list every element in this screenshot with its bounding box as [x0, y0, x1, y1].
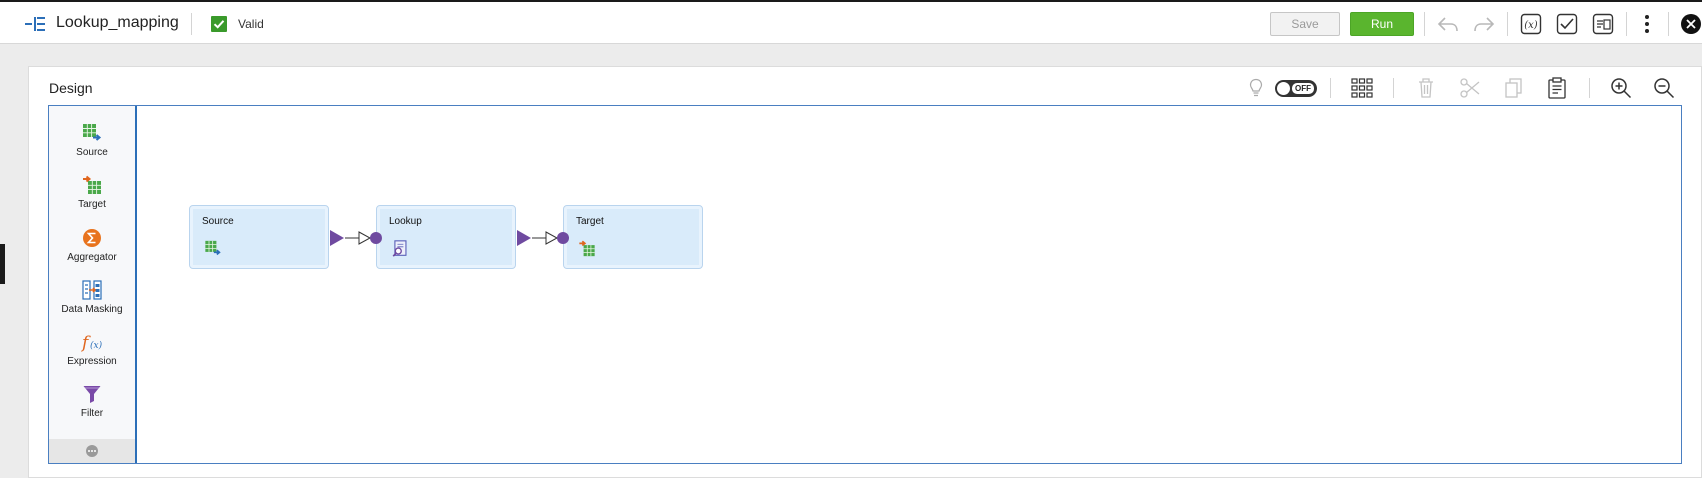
toggle-label: OFF	[1292, 83, 1314, 94]
mapping-icon	[25, 17, 45, 31]
ellipsis-icon	[86, 445, 98, 457]
paste-icon[interactable]	[1547, 76, 1567, 100]
palette-item-aggregator[interactable]: Aggregator	[49, 228, 135, 263]
output-port-arrow[interactable]	[517, 230, 531, 246]
toggle-knob	[1277, 82, 1290, 95]
palette-item-filter[interactable]: Filter	[49, 384, 135, 419]
divider	[1393, 78, 1394, 98]
design-title: Design	[49, 80, 93, 96]
node-title: Source	[202, 216, 234, 227]
link-source-lookup[interactable]	[329, 226, 384, 250]
lightbulb-icon	[1249, 78, 1263, 97]
status-text: Valid	[238, 17, 264, 31]
close-icon[interactable]	[1680, 13, 1702, 35]
undo-icon[interactable]	[1437, 14, 1459, 34]
source-icon	[83, 124, 102, 141]
divider	[1330, 78, 1331, 98]
divider	[1626, 12, 1627, 36]
zoom-out-icon[interactable]	[1653, 77, 1675, 99]
palette-item-expression[interactable]: f (x) Expression	[49, 332, 135, 367]
properties-icon[interactable]	[1592, 13, 1614, 35]
palette-more-button[interactable]	[49, 439, 135, 463]
node-title: Target	[576, 216, 604, 227]
toggle-switch[interactable]: OFF	[1275, 80, 1317, 97]
node-target[interactable]: Target	[563, 205, 703, 269]
palette-item-label: Target	[78, 199, 106, 210]
svg-text:(x): (x)	[1524, 20, 1538, 31]
node-title: Lookup	[389, 216, 422, 227]
zoom-in-icon[interactable]	[1610, 77, 1632, 99]
copy-icon[interactable]	[1504, 77, 1524, 99]
palette-item-label: Filter	[80, 408, 104, 419]
palette-item-label: Expression	[67, 356, 117, 367]
aggregator-icon	[83, 229, 101, 247]
grid-layout-icon[interactable]	[1351, 78, 1373, 98]
palette-item-source[interactable]: Source	[49, 123, 135, 158]
link-arrowhead	[358, 231, 372, 245]
divider	[191, 13, 192, 35]
filter-icon	[83, 386, 101, 403]
node-lookup[interactable]: Lookup	[376, 205, 516, 269]
palette-item-label: Source	[76, 147, 108, 158]
source-icon	[205, 240, 221, 256]
expression-icon: f (x)	[81, 333, 103, 352]
valid-check-icon	[211, 16, 227, 32]
input-port[interactable]	[557, 232, 569, 244]
more-options-icon[interactable]	[1643, 14, 1651, 34]
svg-text:(x): (x)	[90, 340, 103, 351]
palette-item-data-masking[interactable]: Data Masking	[49, 280, 135, 315]
parameters-icon[interactable]: (x)	[1520, 13, 1542, 35]
top-bar: Lookup_mapping Valid Save Run (x)	[0, 0, 1702, 44]
window-edge	[0, 244, 5, 284]
link-lookup-target[interactable]	[516, 226, 571, 250]
lookup-icon	[392, 240, 407, 257]
transformation-palette: Source Target Aggregator Data Masking f …	[49, 106, 137, 463]
link-arrowhead	[545, 231, 559, 245]
mapping-canvas[interactable]: Source Target Aggregator Data Masking f …	[48, 105, 1682, 464]
output-port-arrow[interactable]	[330, 230, 344, 246]
divider	[1668, 12, 1669, 36]
redo-icon[interactable]	[1473, 14, 1495, 34]
palette-item-label: Data Masking	[61, 304, 123, 315]
cut-icon[interactable]	[1459, 77, 1481, 99]
validate-icon[interactable]	[1556, 13, 1578, 35]
run-button[interactable]: Run	[1350, 12, 1414, 36]
delete-icon[interactable]	[1417, 77, 1435, 99]
palette-item-target[interactable]: Target	[49, 175, 135, 210]
mapping-title: Lookup_mapping	[56, 14, 179, 31]
data-masking-icon	[82, 280, 102, 300]
save-button[interactable]: Save	[1270, 12, 1340, 36]
input-port[interactable]	[370, 232, 382, 244]
divider	[1589, 78, 1590, 98]
target-icon	[579, 240, 595, 257]
target-icon	[83, 175, 101, 194]
palette-item-label: Aggregator	[67, 252, 117, 263]
divider	[1424, 12, 1425, 36]
divider	[1507, 12, 1508, 36]
node-source[interactable]: Source	[189, 205, 329, 269]
